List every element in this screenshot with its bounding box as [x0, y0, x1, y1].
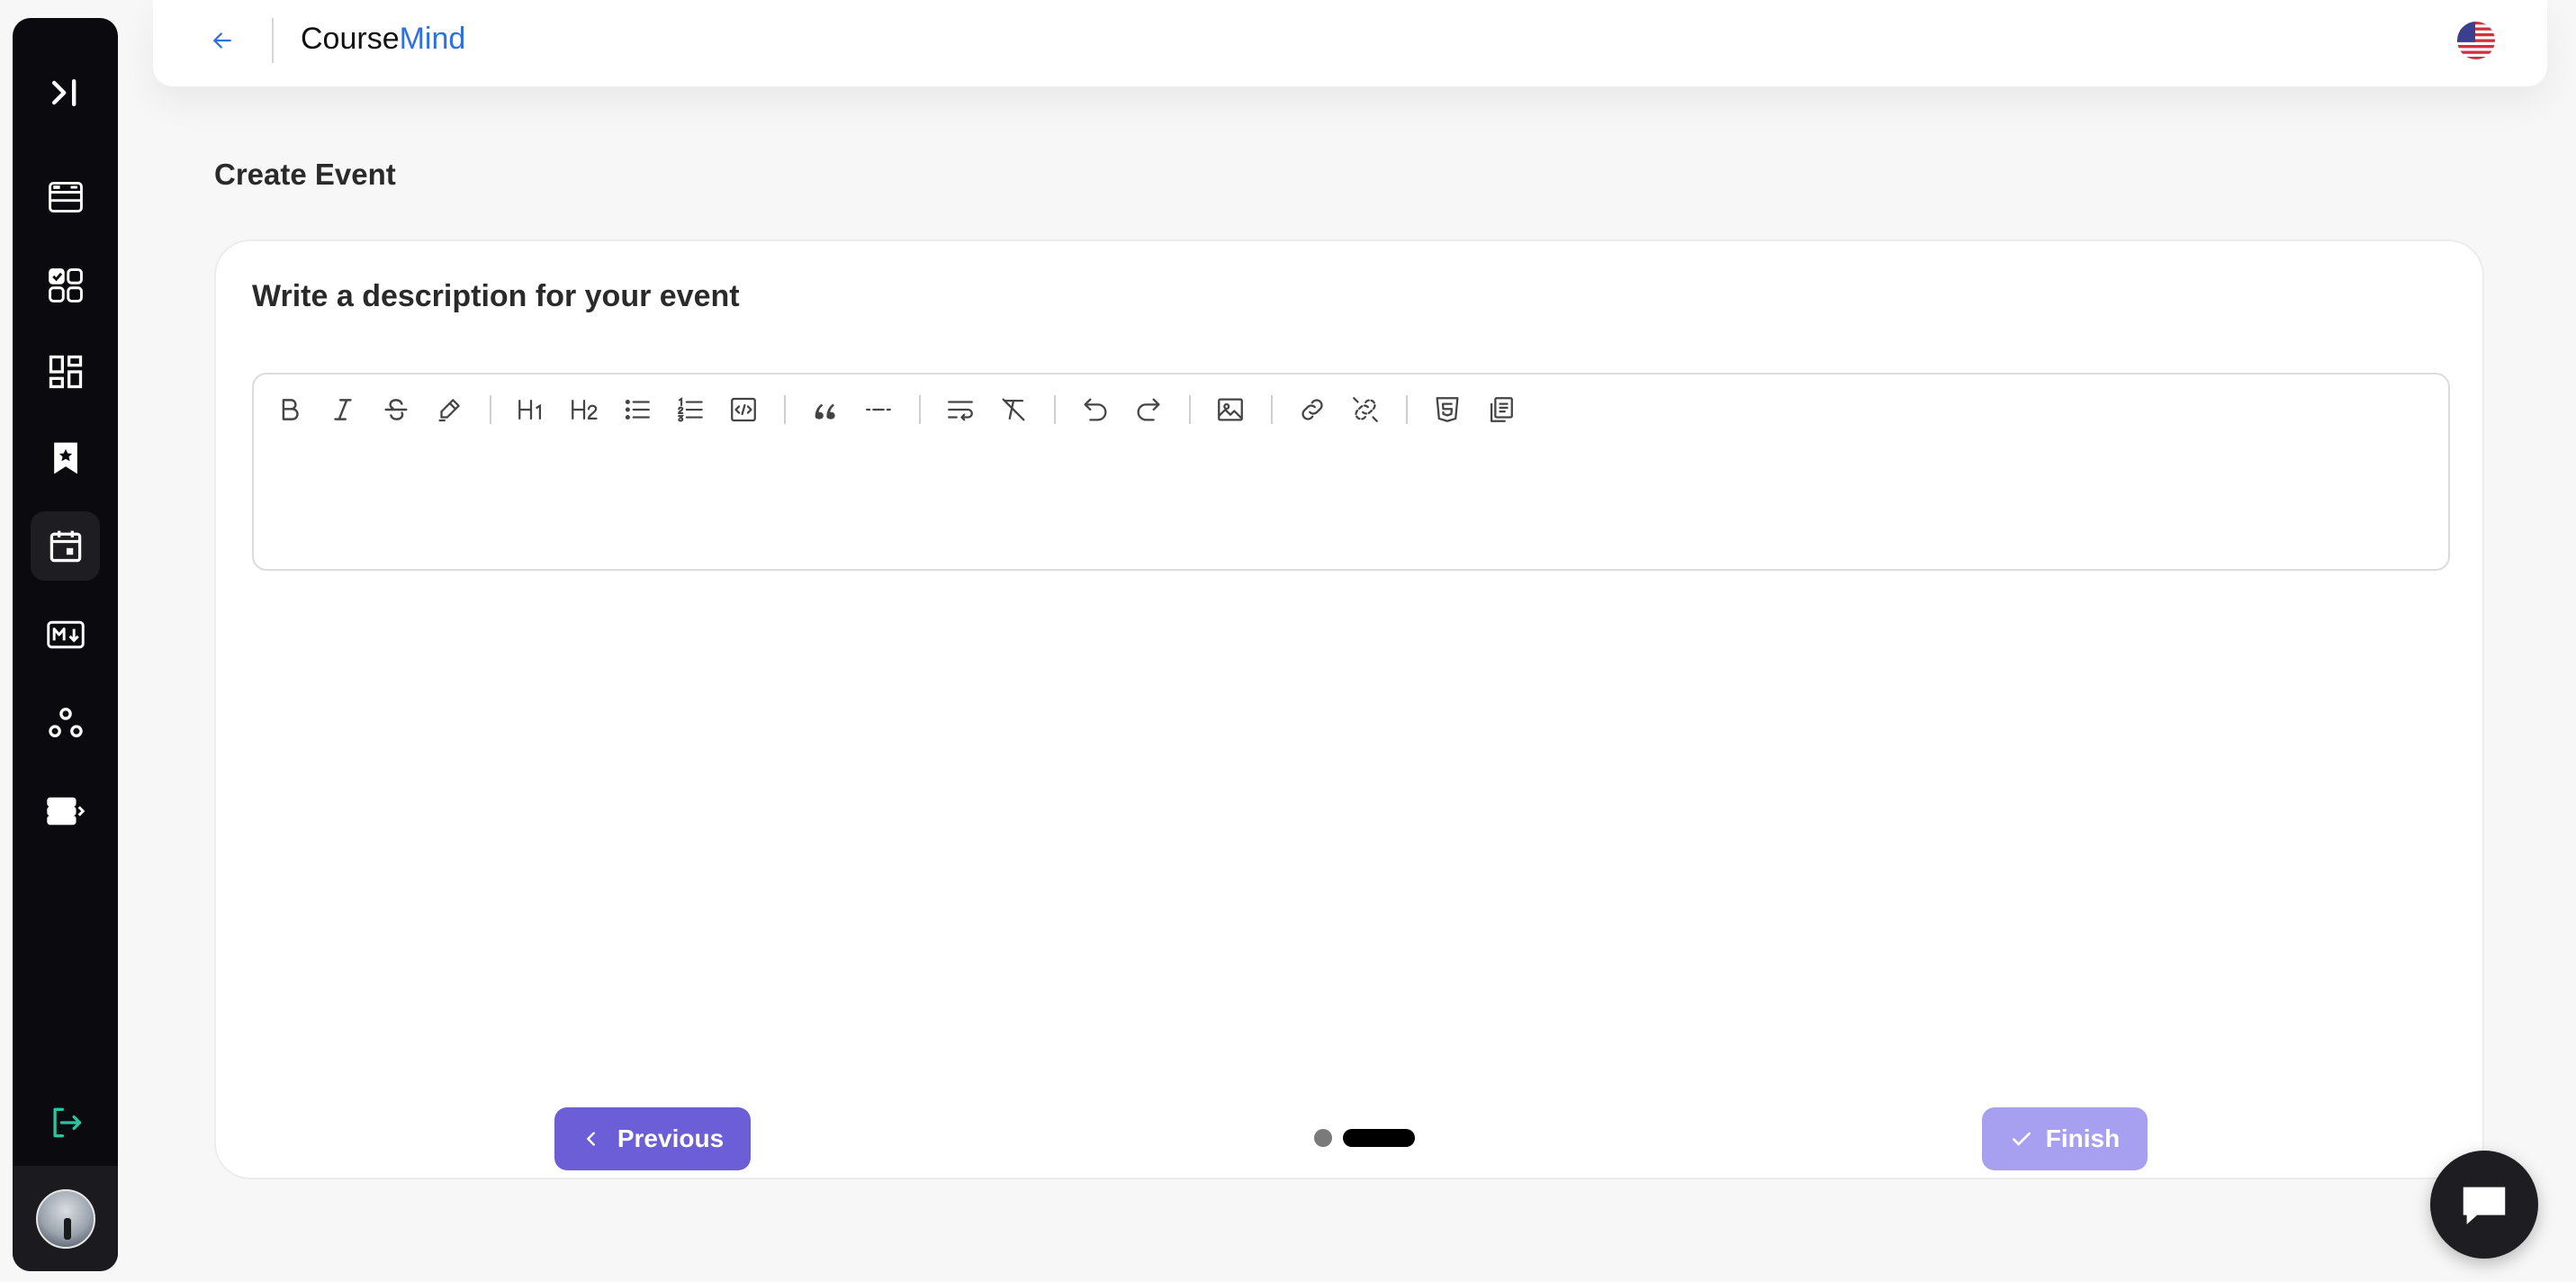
- sidebar-item-tasks[interactable]: [31, 250, 100, 320]
- horizontal-rule-button[interactable]: [855, 387, 902, 432]
- previous-button[interactable]: Previous: [554, 1107, 751, 1170]
- italic-button[interactable]: [320, 387, 366, 432]
- brand-prefix: Course: [301, 22, 400, 56]
- toolbar-separator: [919, 395, 921, 424]
- sidebar-item-courses[interactable]: [31, 162, 100, 231]
- toolbar-separator: [1406, 395, 1408, 424]
- horizontal-rule-icon: [866, 408, 891, 411]
- logout-icon: [52, 1107, 81, 1137]
- toolbar-separator: [784, 395, 786, 424]
- sidebar-item-bookmarks[interactable]: [31, 423, 100, 492]
- step-dot-1[interactable]: [1314, 1129, 1332, 1147]
- arrow-left-icon: [213, 32, 231, 49]
- toolbar-separator: [1271, 395, 1273, 424]
- blockquote-button[interactable]: [802, 387, 849, 432]
- heading-2-icon: [572, 399, 598, 420]
- calendar-event-icon: [50, 530, 81, 562]
- event-form-card: Write a description for your event Previ…: [214, 239, 2484, 1179]
- unlink-icon: [1353, 397, 1378, 422]
- ordered-list-icon: [678, 396, 703, 422]
- strikethrough-icon: [384, 399, 408, 420]
- italic-icon: [334, 399, 352, 420]
- sidebar: [13, 18, 118, 1271]
- brand-accent: Mind: [399, 22, 466, 56]
- tasks-grid-icon: [48, 267, 83, 302]
- description-editor: [252, 373, 2450, 571]
- editor-content-area[interactable]: [254, 438, 2448, 564]
- quote-icon: [815, 403, 835, 420]
- community-icon: [48, 707, 83, 737]
- step-indicator: [1314, 1129, 1415, 1147]
- toolbar-separator: [1189, 395, 1191, 424]
- html5-icon: [1436, 397, 1459, 422]
- heading-1-button[interactable]: [508, 387, 554, 432]
- bullet-list-icon: [625, 399, 650, 420]
- chevron-left-icon: [587, 1132, 595, 1146]
- step-dot-2-active[interactable]: [1343, 1129, 1415, 1147]
- avatar[interactable]: [35, 1188, 95, 1249]
- server-list-icon: [46, 797, 85, 825]
- undo-icon: [1084, 398, 1107, 421]
- bookmark-star-icon: [53, 442, 77, 474]
- text-wrap-icon: [948, 401, 973, 421]
- toolbar-separator: [490, 395, 491, 424]
- highlight-button[interactable]: [426, 387, 473, 432]
- brand-logo[interactable]: CourseMind: [301, 22, 465, 57]
- sidebar-item-servers[interactable]: [31, 776, 100, 845]
- toolbar-separator: [1054, 395, 1056, 424]
- clear-format-button[interactable]: [990, 387, 1037, 432]
- bold-icon: [282, 399, 299, 420]
- code-block-button[interactable]: [720, 387, 767, 432]
- courses-list-icon: [48, 181, 83, 212]
- heading-2-button[interactable]: [561, 387, 608, 432]
- header-divider: [272, 18, 274, 63]
- link-icon: [1302, 399, 1323, 420]
- link-button[interactable]: [1289, 387, 1336, 432]
- hard-break-button[interactable]: [937, 387, 984, 432]
- chat-button[interactable]: [2430, 1151, 2538, 1259]
- highlight-icon: [438, 399, 460, 422]
- dashboard-icon: [49, 355, 82, 388]
- clear-format-icon: [1002, 398, 1025, 421]
- bullet-list-button[interactable]: [614, 387, 661, 432]
- back-button[interactable]: [200, 22, 245, 59]
- top-bar: CourseMind: [153, 0, 2547, 86]
- redo-icon: [1137, 398, 1160, 421]
- copy-button[interactable]: [1477, 387, 1524, 432]
- check-icon: [2012, 1132, 2031, 1146]
- logout-button[interactable]: [31, 1088, 100, 1157]
- chat-bubble-icon: [2463, 1187, 2506, 1224]
- code-block-icon: [731, 397, 756, 422]
- finish-button[interactable]: Finish: [1982, 1107, 2148, 1170]
- sidebar-item-events[interactable]: [31, 511, 100, 581]
- unlink-button[interactable]: [1342, 387, 1389, 432]
- image-icon: [1218, 398, 1243, 421]
- expand-sidebar-icon: [51, 78, 76, 106]
- redo-button[interactable]: [1125, 387, 1172, 432]
- finish-label: Finish: [2045, 1124, 2121, 1152]
- page-title: Create Event: [214, 158, 396, 191]
- copy-icon: [1490, 397, 1513, 422]
- sidebar-item-dashboard[interactable]: [31, 337, 100, 406]
- strikethrough-button[interactable]: [373, 387, 419, 432]
- expand-sidebar-button[interactable]: [31, 58, 100, 127]
- us-flag-icon[interactable]: [2457, 22, 2495, 59]
- markdown-icon: [46, 620, 85, 648]
- undo-button[interactable]: [1072, 387, 1119, 432]
- card-heading: Write a description for your event: [252, 279, 740, 313]
- html-button[interactable]: [1424, 387, 1471, 432]
- sidebar-item-community[interactable]: [31, 688, 100, 757]
- bold-button[interactable]: [266, 387, 313, 432]
- heading-1-icon: [518, 399, 542, 420]
- insert-image-button[interactable]: [1207, 387, 1254, 432]
- user-profile-area: [13, 1166, 118, 1271]
- previous-label: Previous: [617, 1124, 725, 1152]
- ordered-list-button[interactable]: [667, 387, 714, 432]
- editor-toolbar: [266, 387, 1530, 432]
- sidebar-item-markdown[interactable]: [31, 600, 100, 669]
